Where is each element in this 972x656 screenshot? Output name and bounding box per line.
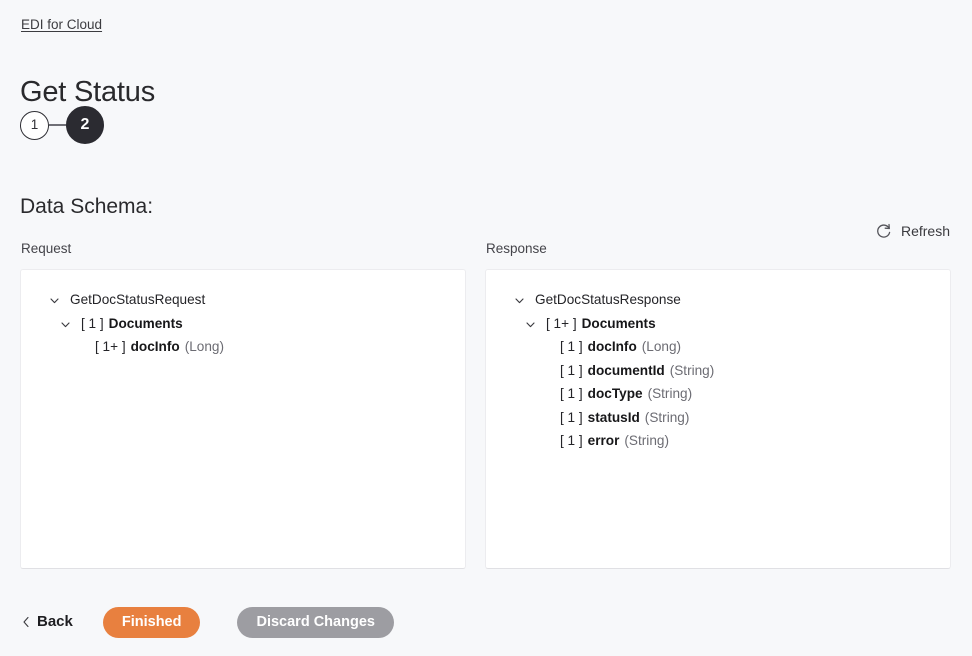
stepper-step-2-label: 2 — [80, 116, 90, 133]
tree-node-statusid[interactable]: [ 1 ] statusId (String) — [500, 406, 936, 430]
tree-node-name: Documents — [581, 315, 656, 331]
tree-node-docinfo[interactable]: [ 1 ] docInfo (Long) — [500, 335, 936, 359]
response-tree-panel[interactable]: GetDocStatusResponse[ 1+ ] Documents[ 1 ]… — [485, 269, 951, 569]
tree-node-cardinality: [ 1 ] — [560, 386, 583, 402]
response-column: Response GetDocStatusResponse [ 1+ ] Docum… — [485, 240, 951, 569]
refresh-icon — [875, 223, 892, 240]
tree-node-name: statusId — [587, 409, 640, 425]
tree-node-getdocstatusrequest[interactable]: GetDocStatusRequest — [35, 288, 451, 312]
tree-node-name: docInfo — [587, 339, 637, 355]
request-column-label: Request — [21, 241, 72, 256]
refresh-label: Refresh — [900, 223, 950, 239]
tree-node-docinfo[interactable]: [ 1+ ] docInfo (Long) — [35, 335, 451, 359]
tree-node-error[interactable]: [ 1 ] error (String) — [500, 429, 936, 453]
tree-node-cardinality: [ 1 ] — [560, 409, 583, 425]
discard-changes-button[interactable]: Discard Changes — [237, 606, 394, 638]
tree-node-cardinality: [ 1 ] — [560, 339, 583, 355]
stepper-connector — [49, 124, 66, 126]
stepper: 1 2 — [20, 106, 104, 144]
stepper-step-1[interactable]: 1 — [20, 110, 49, 140]
finished-button[interactable]: Finished — [102, 606, 201, 638]
response-column-label: Response — [486, 241, 547, 256]
tree-node-documents[interactable]: [ 1+ ] Documents — [500, 312, 936, 336]
refresh-button[interactable]: Refresh — [875, 222, 950, 240]
back-button[interactable]: Back — [20, 608, 79, 636]
tree-node-name: documentId — [587, 362, 665, 378]
request-column: Request GetDocStatusRequest [ 1 ] Document… — [20, 240, 466, 569]
tree-node-cardinality: [ 1+ ] — [546, 315, 577, 331]
chevron-down-icon[interactable] — [525, 318, 536, 329]
tree-node-cardinality: [ 1 ] — [560, 433, 583, 449]
tree-node-cardinality: [ 1 ] — [560, 362, 583, 378]
stepper-step-1-label: 1 — [30, 117, 39, 133]
back-label: Back — [37, 613, 73, 630]
tree-node-getdocstatusresponse[interactable]: GetDocStatusResponse — [500, 288, 936, 312]
tree-node-name: Documents — [108, 315, 183, 331]
request-tree-panel[interactable]: GetDocStatusRequest[ 1 ] Documents[ 1+ ] d… — [20, 269, 466, 569]
tree-node-type: (String) — [647, 386, 693, 402]
breadcrumb-edi-for-cloud[interactable]: EDI for Cloud — [21, 16, 102, 34]
tree-node-type: (String) — [624, 433, 669, 449]
chevron-left-icon — [22, 616, 30, 628]
tree-node-type: (String) — [669, 362, 715, 378]
stepper-step-2[interactable]: 2 — [66, 106, 104, 144]
tree-node-name: docInfo — [130, 339, 180, 355]
tree-node-type: (String) — [644, 409, 690, 425]
chevron-down-icon[interactable] — [514, 294, 525, 305]
tree-node-name: docType — [587, 386, 643, 402]
tree-node-type: (Long) — [641, 339, 682, 355]
footer-actions: Back Finished Discard Changes — [0, 598, 972, 646]
tree-node-name: GetDocStatusRequest — [70, 292, 206, 308]
chevron-down-icon[interactable] — [49, 294, 60, 305]
tree-node-type: (Long) — [184, 339, 224, 355]
chevron-down-icon[interactable] — [60, 318, 71, 329]
tree-node-name: GetDocStatusResponse — [535, 292, 681, 308]
tree-node-name: error — [587, 433, 620, 449]
tree-node-documents[interactable]: [ 1 ] Documents — [35, 312, 451, 336]
section-heading-data-schema: Data Schema: — [20, 195, 154, 219]
tree-node-doctype[interactable]: [ 1 ] docType (String) — [500, 382, 936, 406]
tree-node-cardinality: [ 1 ] — [81, 315, 104, 331]
tree-node-cardinality: [ 1+ ] — [95, 339, 126, 355]
tree-node-documentid[interactable]: [ 1 ] documentId (String) — [500, 359, 936, 383]
